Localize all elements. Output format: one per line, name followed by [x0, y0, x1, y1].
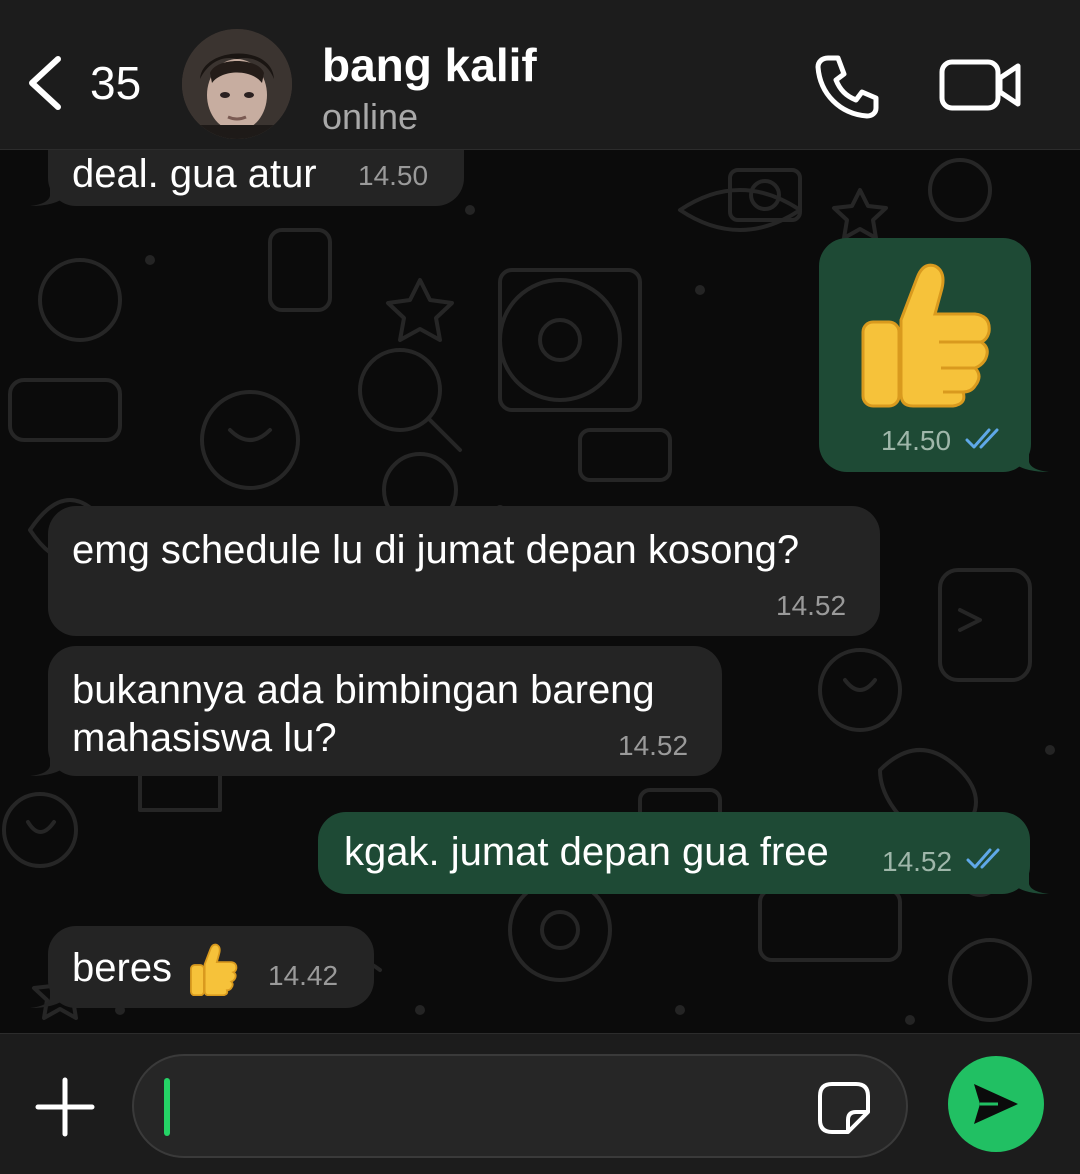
- bubble-tail: [30, 982, 66, 1008]
- avatar-photo: [182, 29, 292, 139]
- contact-name[interactable]: bang kalif: [322, 38, 537, 92]
- message-text: deal. gua atur: [72, 152, 317, 196]
- video-call-button[interactable]: [938, 52, 1024, 118]
- double-check-icon: [965, 428, 999, 449]
- chat-screen: 35 bang kalif online deal. gua atur 14.5…: [0, 0, 1080, 1174]
- phone-icon: [815, 55, 879, 119]
- message-time: 14.42: [268, 960, 339, 991]
- video-camera-icon: [939, 59, 1021, 111]
- message-text: emg schedule lu di jumat depan kosong?: [72, 528, 800, 572]
- thumbs-up-emoji: [861, 263, 991, 408]
- chevron-left-icon: [29, 56, 61, 110]
- message-text: kgak. jumat depan gua free: [344, 830, 829, 874]
- contact-avatar[interactable]: [182, 29, 292, 139]
- message-text-line-1: bukannya ada bimbingan bareng: [72, 668, 655, 712]
- plus-icon: [35, 1077, 95, 1137]
- contact-status: online: [322, 96, 419, 137]
- message-list[interactable]: deal. gua atur 14.50 14.50 emg schedule …: [0, 150, 1080, 1032]
- thumbs-up-emoji: [190, 943, 238, 996]
- message-bubble-incoming[interactable]: deal. gua atur 14.50: [48, 150, 464, 206]
- sticker-button[interactable]: [816, 1080, 872, 1136]
- message-bubble-outgoing[interactable]: kgak. jumat depan gua free 14.52: [318, 812, 1030, 894]
- message-input[interactable]: [132, 1054, 908, 1158]
- message-bubble-incoming[interactable]: bukannya ada bimbingan bareng mahasiswa …: [48, 646, 722, 776]
- message-time: 14.52: [618, 730, 689, 761]
- message-bubble-incoming[interactable]: beres 14.42: [48, 926, 374, 1008]
- message-time: 14.52: [882, 846, 953, 877]
- chat-header: 35 bang kalif online: [0, 0, 1080, 150]
- message-text-line-2: mahasiswa lu?: [72, 716, 337, 760]
- bubble-tail: [30, 750, 66, 776]
- message-bubble-incoming[interactable]: emg schedule lu di jumat depan kosong? 1…: [48, 506, 880, 636]
- message-text: beres: [72, 946, 173, 990]
- text-caret: [164, 1078, 170, 1136]
- message-bubble-outgoing[interactable]: 14.50: [819, 238, 1031, 472]
- compose-bar: [0, 1033, 1080, 1174]
- message-time: 14.50: [358, 160, 429, 191]
- bubble-tail: [1013, 868, 1049, 894]
- bubble-tail: [30, 180, 66, 206]
- message-time: 14.52: [776, 590, 847, 621]
- double-check-icon: [966, 848, 1000, 869]
- sticker-icon: [818, 1082, 870, 1134]
- attach-button[interactable]: [32, 1074, 98, 1140]
- message-time: 14.50: [881, 425, 952, 456]
- bubble-tail: [1013, 446, 1049, 472]
- voice-call-button[interactable]: [810, 50, 882, 122]
- back-button[interactable]: 35: [22, 52, 162, 114]
- unread-count: 35: [90, 57, 142, 109]
- send-icon: [974, 1084, 1018, 1124]
- send-button[interactable]: [948, 1056, 1044, 1152]
